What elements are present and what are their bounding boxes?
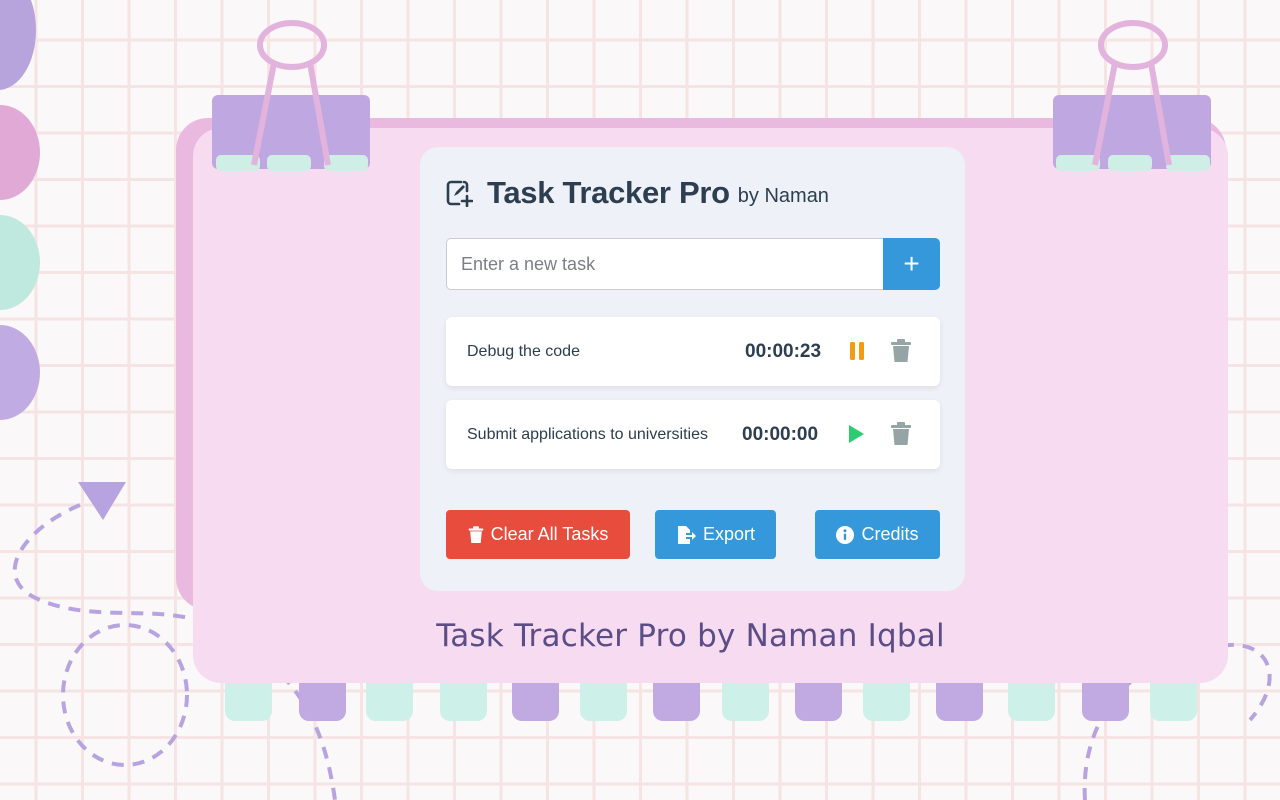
play-icon[interactable] xyxy=(843,421,869,447)
trash-icon[interactable] xyxy=(888,421,914,447)
clear-all-tasks-button[interactable]: Clear All Tasks xyxy=(446,510,630,559)
export-button[interactable]: Export xyxy=(655,510,776,559)
clear-all-label: Clear All Tasks xyxy=(490,524,609,544)
edit-square-plus-icon xyxy=(446,180,473,207)
task-name: Debug the code xyxy=(467,342,580,360)
board-tab xyxy=(1082,683,1129,721)
file-export-icon xyxy=(677,525,696,544)
app-title: Task Tracker Pro xyxy=(487,175,730,210)
footer-caption: Task Tracker Pro by Naman Iqbal xyxy=(436,618,945,654)
task-row: Debug the code 00:00:23 xyxy=(446,317,940,386)
task-row: Submit applications to universities 00:0… xyxy=(446,400,940,469)
plus-icon: + xyxy=(903,248,920,279)
task-name: Submit applications to universities xyxy=(467,425,709,443)
trash-icon[interactable] xyxy=(888,338,914,364)
board-tab xyxy=(795,683,842,721)
app-byline: by Naman xyxy=(737,184,829,207)
add-task-button[interactable]: + xyxy=(883,238,940,290)
app-header: Task Tracker Pro by Naman xyxy=(445,173,829,213)
board-tab xyxy=(1150,683,1197,721)
board-tab xyxy=(653,683,700,721)
board-tab xyxy=(722,683,769,721)
export-label: Export xyxy=(702,524,756,544)
info-circle-icon xyxy=(836,525,855,544)
board-tab xyxy=(863,683,910,721)
pause-icon[interactable] xyxy=(844,338,870,364)
task-timer: 00:00:00 xyxy=(742,423,819,445)
binder-clip-handle-right xyxy=(1092,20,1172,166)
board-tab xyxy=(366,683,413,721)
board-tab xyxy=(1008,683,1055,721)
board-tab xyxy=(299,683,346,721)
trash-icon xyxy=(468,525,483,543)
board-tab xyxy=(936,683,983,721)
board-tab xyxy=(512,683,559,721)
credits-button[interactable]: Credits xyxy=(815,510,940,559)
board-tab xyxy=(225,683,272,721)
task-timer: 00:00:23 xyxy=(745,340,822,362)
board-tab xyxy=(580,683,627,721)
new-task-input[interactable] xyxy=(446,238,886,290)
binder-clip-handle-left xyxy=(251,20,331,166)
board-tab xyxy=(440,683,487,721)
credits-label: Credits xyxy=(861,524,919,544)
